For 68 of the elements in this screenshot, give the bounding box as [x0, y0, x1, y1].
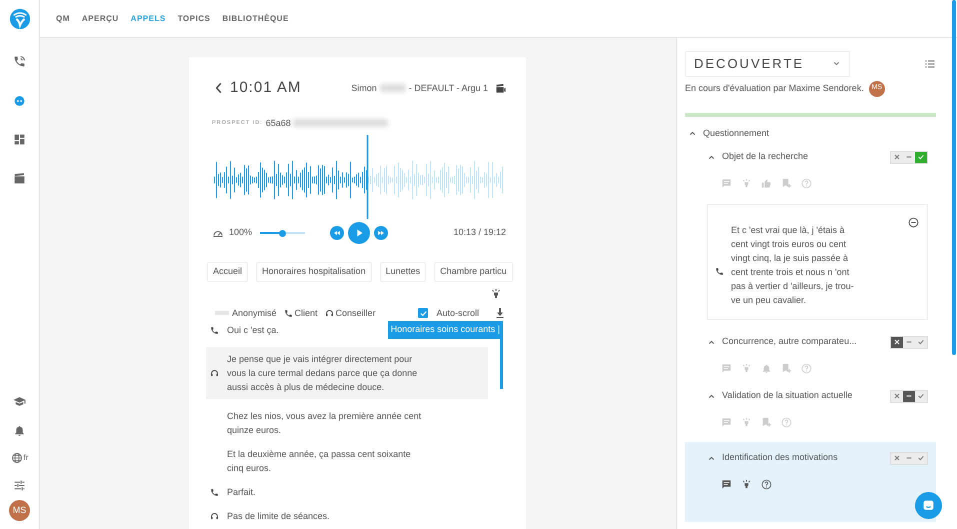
phone-icon: [210, 488, 219, 496]
transcript-text: Chez les nios, vous avez la première année cent quinze euros.: [227, 410, 422, 437]
graduation-cap-icon[interactable]: [12, 395, 26, 408]
topic-chip[interactable]: Honoraires hospitalisation: [256, 262, 372, 282]
playback-speed: 100%: [229, 226, 252, 240]
legend-label: Conseiller: [336, 306, 376, 320]
speed-slider-thumb[interactable]: [279, 230, 286, 236]
excerpt-text: Et c 'est vrai que là, j 'étais à cent vingt trois euros ou cent vingt cinq, la je suis passée à cent trente trois et nous n 'ont pas à vertier d 'ailleurs, je trou-ve un peu cavalier.: [731, 224, 855, 307]
phone-icon: [715, 266, 724, 276]
playback-time: 10:13 / 19:12: [452, 226, 506, 240]
transcript-text: Et la deuxième année, ça passa cent soixante cinq euros.: [227, 448, 412, 475]
clapperboard-icon[interactable]: [495, 82, 506, 94]
play-button[interactable]: [348, 222, 370, 244]
headset-icon: [210, 368, 219, 378]
lightbulb-icon[interactable]: [490, 288, 502, 300]
transcript-text: Je pense que je vais intégrer directement pour vous la cure termal dedans parce que ça donne aussi accès à plus de médecine douce.: [227, 353, 418, 394]
comment-icon[interactable]: [721, 479, 732, 490]
clapperboard-icon[interactable]: [13, 172, 26, 185]
autoscroll-label: Auto-scroll: [436, 306, 479, 320]
transcript-text: Parfait.: [227, 486, 256, 499]
criterion-title: Objet de la recherche: [722, 150, 808, 164]
nav-tab[interactable]: TOPICS: [178, 12, 210, 24]
nav-tab[interactable]: QM: [56, 12, 70, 24]
call-time: 10:01 AM: [230, 78, 302, 98]
legend-label: Anonymisé: [232, 306, 277, 320]
criterion-title: Validation de la situation actuelle: [722, 389, 852, 402]
agent-name: Simon: [351, 82, 377, 94]
campaign-name: - DEFAULT - Argu 1: [408, 82, 488, 95]
criterion-title: Concurrence, autre comparateu...: [722, 335, 857, 348]
nav-tab[interactable]: BIBLIOTHÈQUE: [222, 12, 289, 24]
topic-chip[interactable]: Accueil: [207, 262, 248, 282]
help-icon[interactable]: [761, 479, 772, 490]
transcript-text: Oui c 'est ça.: [227, 324, 279, 337]
nav-tab[interactable]: APERÇU: [82, 12, 119, 24]
headset-icon: [210, 512, 219, 520]
phone-icon: [284, 308, 293, 318]
criterion-title: Identification des motivations: [722, 451, 838, 464]
headset-icon: [324, 308, 334, 318]
settings-icon[interactable]: [12, 479, 26, 492]
topic-chip[interactable]: Chambre particu: [434, 262, 513, 282]
anonymized-swatch: [215, 311, 229, 316]
phone-icon[interactable]: [13, 55, 26, 68]
robot-icon[interactable]: [13, 94, 26, 107]
dashboard-icon[interactable]: [13, 133, 26, 146]
topic-range-bar: [500, 337, 503, 389]
section-dropdown[interactable]: DECOUVERTE: [685, 51, 850, 76]
prospect-id: 65a68: [266, 116, 291, 130]
bell-icon[interactable]: [12, 424, 26, 437]
topic-chip[interactable]: Lunettes: [380, 262, 426, 282]
thumbs-up-icon[interactable]: [761, 178, 772, 189]
group-title: Questionnement: [703, 126, 770, 140]
user-avatar[interactable]: MS: [9, 500, 30, 521]
phone-icon: [210, 326, 219, 334]
scrollbar[interactable]: [952, 0, 956, 355]
waveform-drawing[interactable]: [214, 160, 503, 200]
legend-label: Client: [294, 306, 318, 320]
redacted-name: [380, 84, 406, 92]
autoscroll-checkbox[interactable]: [418, 308, 428, 318]
evaluation-status: En cours d'évaluation par Maxime Sendorek.: [685, 82, 864, 95]
remove-icon[interactable]: [908, 217, 919, 228]
chat-icon[interactable]: [922, 499, 935, 512]
transcript-text: Pas de limite de séances.: [227, 510, 330, 523]
lightbulb-icon[interactable]: [741, 479, 752, 490]
topic-tag[interactable]: Honoraires soins courants |: [388, 321, 503, 338]
language-selector[interactable]: fr: [10, 452, 28, 464]
logo-icon[interactable]: [8, 8, 30, 30]
list-icon[interactable]: [924, 58, 936, 70]
download-icon[interactable]: [494, 307, 506, 320]
